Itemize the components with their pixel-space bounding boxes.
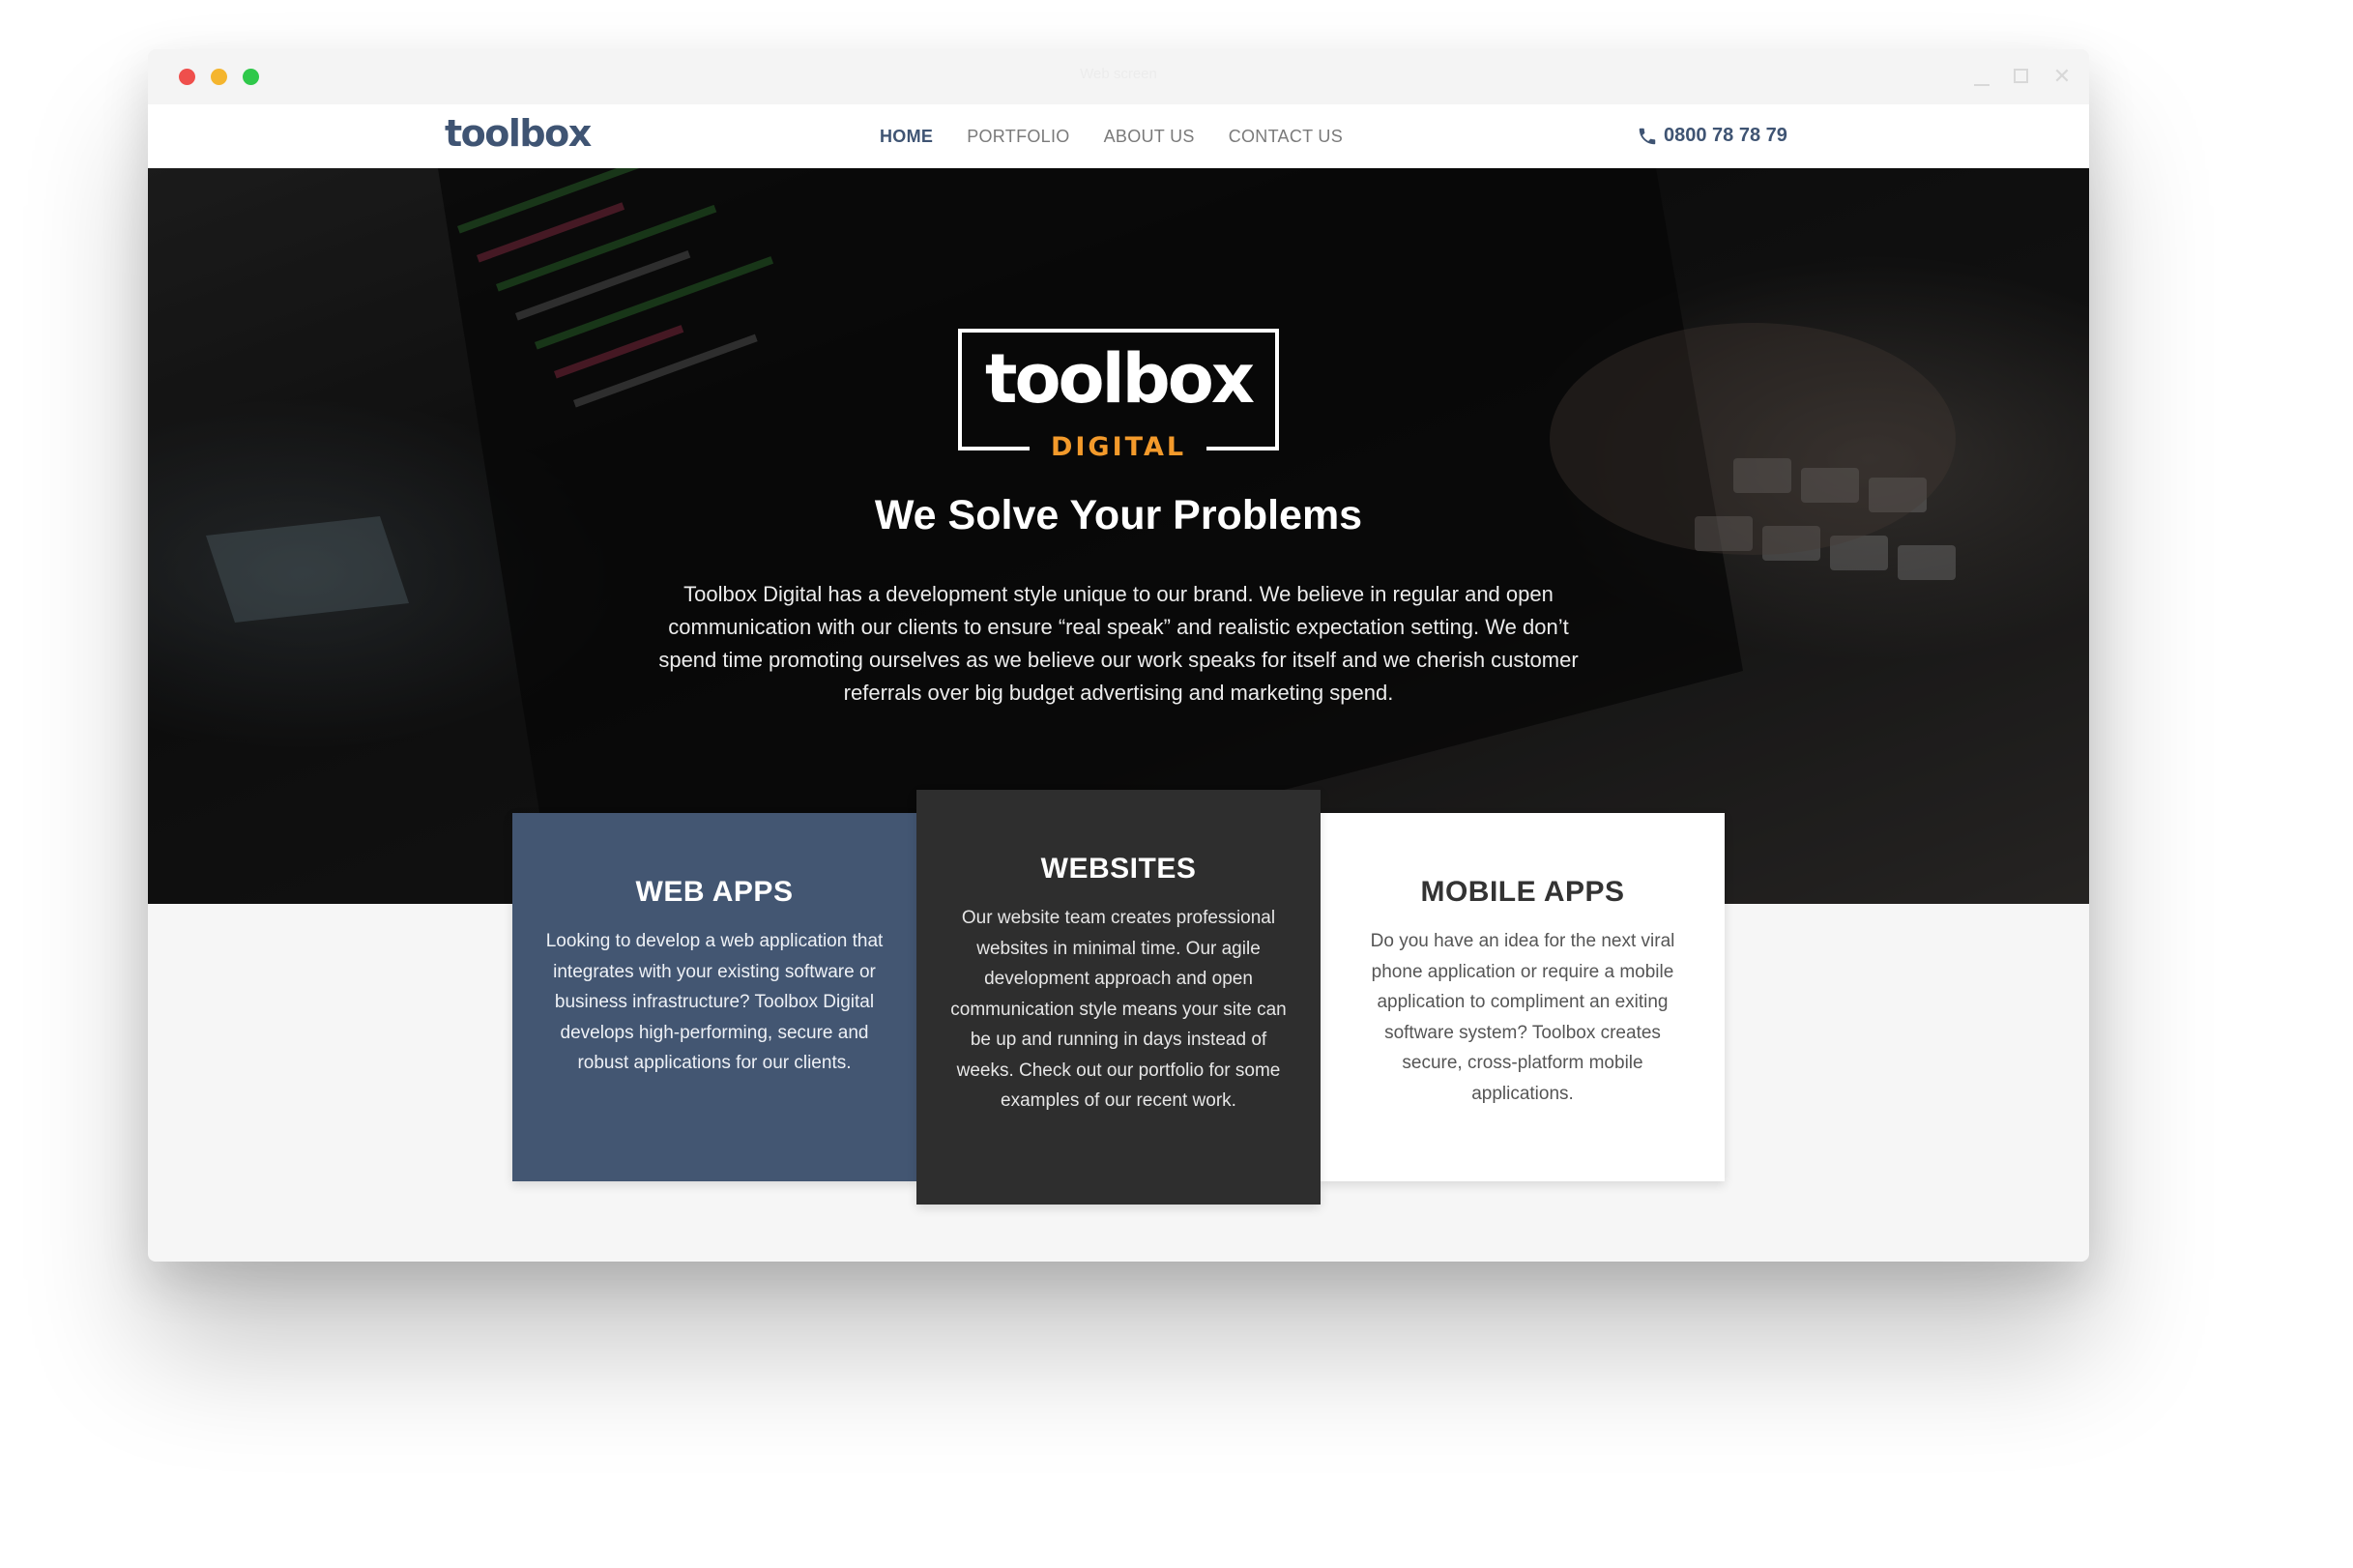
card-title: MOBILE APPS [1420,876,1625,908]
nav-about-us[interactable]: ABOUT US [1104,127,1195,147]
service-card-websites[interactable]: WEBSITES Our website team creates profes… [916,790,1321,1205]
window-titlebar: Web screen ✕ [148,49,2089,104]
phone-icon [1639,128,1656,144]
service-card-web-apps[interactable]: WEB APPS Looking to develop a web applic… [512,813,916,1181]
hero-logo-sub: DIGITAL [1050,432,1187,462]
card-text: Looking to develop a web application tha… [545,931,884,1073]
card-title: WEB APPS [635,876,794,908]
close-icon[interactable]: ✕ [2048,63,2076,90]
nav-contact-us[interactable]: CONTACT US [1229,127,1343,147]
card-title: WEBSITES [1040,853,1197,885]
phone-link[interactable]: 0800 78 78 79 [1637,125,1787,147]
minimize-icon[interactable] [1968,63,1995,90]
site-logo[interactable]: toolbox [445,112,592,155]
site-navbar: toolbox HOME PORTFOLIO ABOUT US CONTACT … [148,104,2089,168]
window-title: Web screen [1080,66,1157,82]
nav-portfolio[interactable]: PORTFOLIO [967,127,1069,147]
hero-logo-word: toolbox [985,339,1255,419]
phone-number: 0800 78 78 79 [1664,125,1787,146]
nav-home[interactable]: HOME [880,127,933,147]
card-text: Do you have an idea for the next viral p… [1370,931,1675,1104]
maximize-icon[interactable] [2008,63,2035,90]
card-text: Our website team creates professional we… [950,908,1287,1111]
hero-title: We Solve Your Problems [874,492,1363,538]
main-nav: HOME PORTFOLIO ABOUT US CONTACT US [880,127,1343,147]
browser-window: Web screen ✕ toolbox HOME PORTFOLIO ABOU… [148,49,2089,1262]
hero-description: Toolbox Digital has a development style … [658,582,1579,705]
service-card-mobile-apps[interactable]: MOBILE APPS Do you have an idea for the … [1321,813,1725,1181]
